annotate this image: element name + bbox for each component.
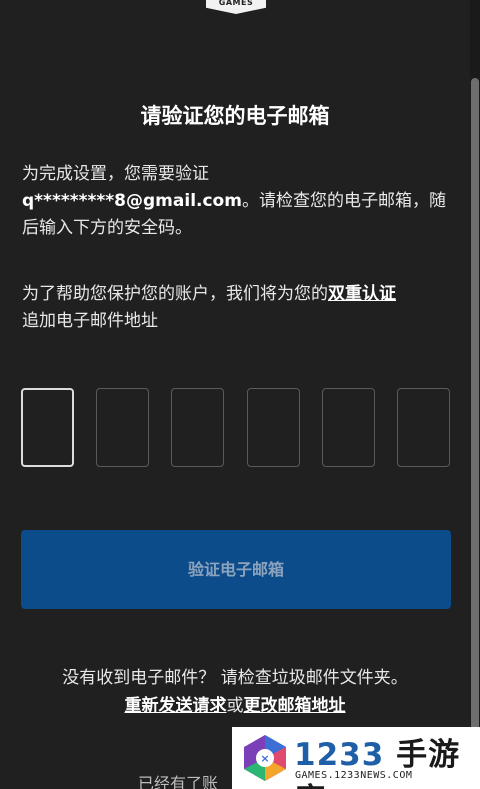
code-digit-2[interactable] xyxy=(96,388,149,467)
two-factor-link[interactable]: 双重认证 xyxy=(328,284,396,304)
code-digit-3[interactable] xyxy=(171,388,224,467)
resend-request-link[interactable]: 重新发送请求 xyxy=(125,696,227,716)
no-email-help: 没有收到电子邮件？ 请检查垃圾邮件文件夹。 重新发送请求或更改邮箱地址 xyxy=(0,664,470,720)
watermark-subtitle: GAMES.1233NEWS.COM xyxy=(295,770,413,781)
mfa-note-after: 追加电子邮件地址 xyxy=(22,311,158,331)
no-email-text: 没有收到电子邮件？ 请检查垃圾邮件文件夹。 xyxy=(62,668,408,688)
intro-before: 为完成设置，您需要验证 xyxy=(22,164,209,184)
masked-email: q*********8@gmail.com xyxy=(22,191,242,211)
code-digit-5[interactable] xyxy=(322,388,375,467)
svg-text:×: × xyxy=(260,752,269,765)
scrollbar-thumb[interactable] xyxy=(471,78,479,778)
watermark-title-number: 1233 xyxy=(294,737,385,773)
watermark-banner: × 1233 手游库 GAMES.1233NEWS.COM xyxy=(232,727,480,789)
security-code-inputs xyxy=(21,388,451,469)
page-title: 请验证您的电子邮箱 xyxy=(140,104,330,128)
change-email-link[interactable]: 更改邮箱地址 xyxy=(244,696,346,716)
games-logo-text: GAMES xyxy=(218,0,254,7)
verify-email-button[interactable]: 验证电子邮箱 xyxy=(21,530,451,609)
1233-logo-icon: × xyxy=(244,735,286,781)
code-digit-6[interactable] xyxy=(397,388,450,467)
mfa-note-before: 为了帮助您保护您的账户，我们将为您的 xyxy=(22,284,328,304)
code-digit-1[interactable] xyxy=(21,388,74,467)
code-digit-4[interactable] xyxy=(247,388,300,467)
mfa-note: 为了帮助您保护您的账户，我们将为您的双重认证 追加电子邮件地址 xyxy=(22,281,447,335)
scrollbar[interactable] xyxy=(470,0,480,789)
games-logo: GAMES xyxy=(206,0,266,14)
intro-text: 为完成设置，您需要验证 q*********8@gmail.com。请检查您的电… xyxy=(22,161,447,242)
already-have-account-text: 已经有了账 xyxy=(138,774,219,789)
verify-email-page: GAMES 请验证您的电子邮箱 为完成设置，您需要验证 q*********8@… xyxy=(0,0,480,789)
or-text: 或 xyxy=(226,696,244,716)
